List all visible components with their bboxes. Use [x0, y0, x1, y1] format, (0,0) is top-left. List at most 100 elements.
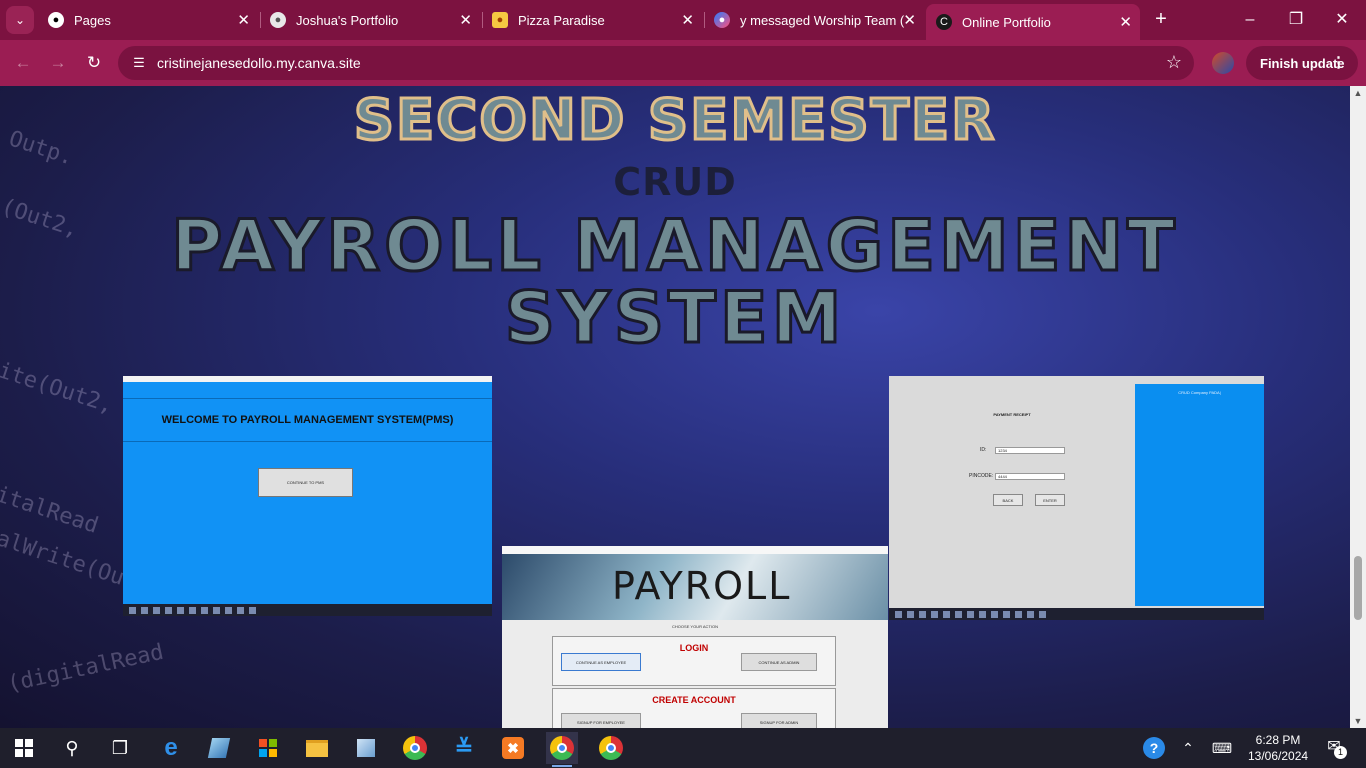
- button-label: ENTER: [1043, 497, 1057, 503]
- bookmark-star-icon[interactable]: ☆: [1166, 52, 1182, 73]
- site-settings-icon[interactable]: ☰: [130, 54, 148, 72]
- tab-pizza-paradise[interactable]: ● Pizza Paradise ✕: [492, 6, 702, 34]
- clock-date: 13/06/2024: [1248, 749, 1309, 763]
- chevron-down-icon: ⌄: [14, 13, 26, 27]
- tab-label: Pizza Paradise: [518, 12, 605, 28]
- button-label: BACK: [1002, 497, 1014, 503]
- start-button[interactable]: [8, 732, 40, 764]
- chevron-up-icon: ⌃: [1182, 739, 1194, 756]
- task-view-icon: ❐: [111, 737, 129, 758]
- tab-online-portfolio[interactable]: C Online Portfolio ✕: [926, 4, 1140, 40]
- signup-employee-button: SIGNUP FOR EMPLOYEE: [561, 713, 641, 728]
- xampp-button[interactable]: ✖: [497, 732, 529, 764]
- background-code-decoration: ite(Out2,: [0, 358, 117, 419]
- help-icon: ?: [1143, 737, 1165, 759]
- continue-admin-button: CONTINUE AS ADMIN: [741, 653, 817, 671]
- search-button[interactable]: ⚲: [56, 732, 88, 764]
- scroll-thumb[interactable]: [1354, 556, 1362, 620]
- close-icon[interactable]: ✕: [681, 11, 694, 29]
- heading-crud: CRUD: [613, 160, 737, 204]
- close-icon[interactable]: ✕: [459, 11, 472, 29]
- receipt-details-panel: CRUD Company PADA|: [1135, 384, 1264, 606]
- close-icon[interactable]: ✕: [1119, 13, 1132, 31]
- search-icon: ⚲: [65, 737, 79, 758]
- folder-icon: [306, 739, 328, 757]
- minimize-button[interactable]: –: [1238, 8, 1262, 32]
- reload-icon: ↻: [86, 53, 102, 72]
- tab-strip: ⌄ ● Pages ✕ ● Joshua's Portfolio ✕ ● Piz…: [0, 0, 1366, 40]
- tab-label: Pages: [74, 12, 111, 28]
- canva-icon: C: [936, 14, 952, 30]
- close-icon[interactable]: ✕: [237, 11, 250, 29]
- show-hidden-icons-button[interactable]: ⌃: [1172, 732, 1204, 764]
- chrome-icon: [599, 736, 623, 760]
- app-3d-button[interactable]: [350, 732, 382, 764]
- tab-joshuas-portfolio[interactable]: ● Joshua's Portfolio ✕: [270, 6, 480, 34]
- chrome-icon: [550, 736, 574, 760]
- finish-update-button[interactable]: Finish update ⋮: [1246, 46, 1358, 80]
- id-field: 1234: [995, 447, 1065, 454]
- screenshot-receipt: PAYMENT RECEIPT ID: 1234 PINCODE: 4444 B…: [889, 376, 1264, 620]
- restore-icon: ❐: [1288, 11, 1304, 28]
- company-name: CRUD Company PADA|: [1178, 390, 1221, 395]
- tab-separator: [260, 12, 261, 28]
- button-label: CONTINUE AS EMPLOYEE: [575, 659, 627, 665]
- github-icon: ●: [48, 12, 64, 28]
- store-button[interactable]: [252, 732, 284, 764]
- file-explorer-button[interactable]: [301, 732, 333, 764]
- continue-label: CONTINUE TO PMS: [286, 480, 325, 485]
- mini-taskbar: [889, 608, 1264, 620]
- scroll-up-icon[interactable]: ▲: [1350, 88, 1366, 98]
- more-options-icon: ⋮: [1331, 54, 1346, 71]
- close-window-button[interactable]: ✕: [1330, 8, 1354, 32]
- windows-taskbar: ⚲ ❐ e ≚ ✖ ? ⌃ ⌨ 6:28 PM 13/06/2024 ✉ 1: [0, 728, 1366, 768]
- help-button[interactable]: ?: [1138, 732, 1170, 764]
- reload-button[interactable]: ↻: [81, 50, 107, 76]
- task-view-button[interactable]: ❐: [104, 732, 136, 764]
- background-code-decoration: (digitalRead: [5, 639, 166, 698]
- create-account-panel: CREATE ACCOUNT SIGNUP FOR EMPLOYEE SIGNU…: [552, 688, 836, 728]
- back-button[interactable]: ←: [10, 50, 36, 76]
- close-icon: ✕: [1335, 11, 1349, 28]
- plus-icon: +: [1155, 8, 1167, 30]
- forward-button[interactable]: →: [45, 50, 71, 76]
- arrow-right-icon: →: [49, 53, 67, 72]
- vscode-button[interactable]: ≚: [448, 732, 480, 764]
- browser-toolbar: ← → ↻ ☰ cristinejanesedollo.my.canva.sit…: [0, 40, 1366, 86]
- new-tab-button[interactable]: +: [1150, 8, 1172, 30]
- system-clock[interactable]: 6:28 PM 13/06/2024: [1248, 732, 1308, 764]
- pizza-icon: ●: [492, 12, 508, 28]
- scroll-down-icon[interactable]: ▼: [1350, 716, 1366, 726]
- chrome-profile-button[interactable]: [546, 732, 578, 767]
- keyboard-button[interactable]: ⌨: [1206, 732, 1238, 764]
- restore-button[interactable]: ❐: [1284, 8, 1308, 32]
- address-bar[interactable]: ☰ cristinejanesedollo.my.canva.site ☆: [118, 46, 1194, 80]
- heading-title-line2: SYSTEM: [503, 277, 846, 359]
- heading-title-line1: PAYROLL MANAGEMENT: [170, 205, 1179, 287]
- notification-center-button[interactable]: ✉ 1: [1322, 736, 1347, 760]
- pincode-label: PINCODE:: [969, 473, 994, 479]
- messenger-icon: ●: [714, 12, 730, 28]
- page-scrollbar[interactable]: ▲ ▼: [1350, 86, 1366, 728]
- edge-button[interactable]: e: [155, 732, 187, 764]
- tab-pages[interactable]: ● Pages ✕: [48, 6, 258, 34]
- url-text[interactable]: cristinejanesedollo.my.canva.site: [157, 55, 361, 71]
- receipt-title: PAYMENT RECEIPT: [993, 412, 1031, 417]
- tab-messenger[interactable]: ● у messaged Worship Team ( ✕: [714, 6, 924, 34]
- notification-badge: 1: [1334, 746, 1347, 759]
- heading-semester: SECOND SEMESTER: [352, 87, 997, 155]
- chrome-button[interactable]: [399, 732, 431, 764]
- signup-admin-button: SIGNUP FOR ADMIN: [741, 713, 817, 728]
- back-button: BACK: [993, 494, 1023, 506]
- tab-search-button[interactable]: ⌄: [6, 6, 34, 34]
- chrome-icon: [403, 736, 427, 760]
- button-label: CONTINUE AS ADMIN: [758, 659, 800, 665]
- close-icon[interactable]: ✕: [903, 11, 916, 29]
- mini-taskbar: [123, 604, 492, 616]
- app-button[interactable]: [203, 732, 235, 764]
- tab-label: Joshua's Portfolio: [296, 12, 399, 28]
- keyboard-icon: ⌨: [1211, 739, 1233, 756]
- profile-avatar[interactable]: [1212, 52, 1234, 74]
- chrome-button-2[interactable]: [595, 732, 627, 764]
- heading-title: PAYROLL MANAGEMENT SYSTEM: [0, 205, 1350, 359]
